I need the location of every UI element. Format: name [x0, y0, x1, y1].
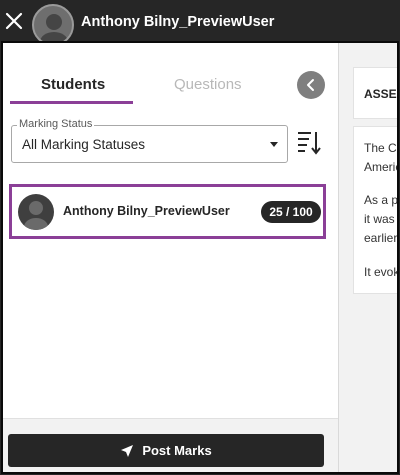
send-icon — [121, 444, 134, 457]
content-line: earlier — [364, 231, 398, 245]
assessment-title: ASSESS — [364, 87, 397, 101]
content-line: it was — [364, 212, 395, 226]
marking-status-value: All Marking Statuses — [22, 137, 146, 152]
user-name: Anthony Bilny_PreviewUser — [81, 14, 275, 30]
student-name: Anthony Bilny_PreviewUser — [63, 204, 230, 218]
post-marks-label: Post Marks — [142, 443, 212, 458]
active-tab-indicator — [10, 101, 133, 104]
student-avatar-icon — [18, 194, 54, 230]
content-line: The Co — [364, 141, 397, 155]
chevron-left-icon — [307, 79, 314, 91]
panel-tabs: Students Questions — [3, 43, 339, 107]
sort-icon[interactable] — [296, 128, 322, 156]
score-badge: 25 / 100 — [261, 201, 321, 223]
content-line: As a p — [364, 193, 399, 207]
assessment-header-card: ASSESS — [353, 67, 397, 119]
collapse-panel-button[interactable] — [297, 71, 325, 99]
grading-frame: Students Questions Marking Status All Ma… — [1, 41, 399, 474]
close-icon[interactable] — [4, 11, 24, 31]
assessment-panel: ASSESS The Co Americ As a p it was earli… — [340, 43, 397, 472]
caret-down-icon — [270, 142, 278, 147]
assessment-content-card: The Co Americ As a p it was earlier It e… — [353, 126, 399, 294]
students-panel: Students Questions Marking Status All Ma… — [3, 43, 339, 472]
post-marks-button[interactable]: Post Marks — [8, 434, 324, 467]
top-bar: Anthony Bilny_PreviewUser — [0, 0, 400, 46]
tab-students[interactable]: Students — [41, 76, 105, 93]
tab-questions[interactable]: Questions — [174, 76, 242, 93]
panel-footer: Post Marks — [3, 418, 338, 472]
content-line: It evok — [364, 265, 399, 279]
student-row[interactable]: Anthony Bilny_PreviewUser 25 / 100 — [9, 184, 326, 239]
content-line: Americ — [364, 160, 399, 174]
avatar-icon — [32, 4, 74, 46]
marking-status-label: Marking Status — [17, 118, 95, 130]
marking-status-select[interactable]: Marking Status All Marking Statuses — [11, 118, 288, 163]
